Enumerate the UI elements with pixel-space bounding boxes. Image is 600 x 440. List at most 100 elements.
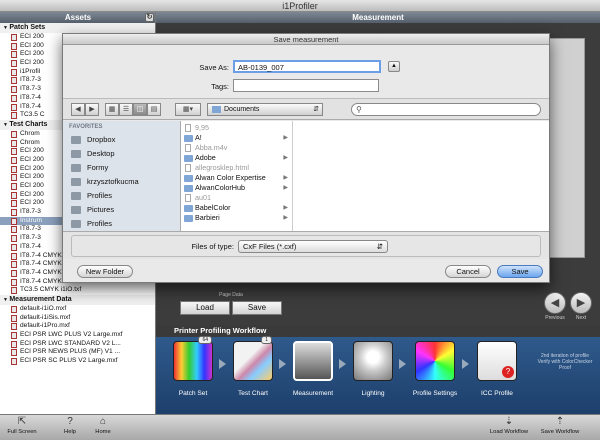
expand-dialog-button[interactable]: ▲	[388, 61, 400, 72]
asset-item-label: Instrum	[20, 216, 42, 224]
search-icon: ⚲	[356, 105, 362, 114]
files-of-type-select[interactable]: CxF Files (*.cxf) ⇵	[238, 240, 388, 253]
home-label: Home	[95, 429, 111, 435]
sidebar-item[interactable]: Profiles	[63, 189, 180, 203]
file-list[interactable]: 9,95 A! ▶ Abba.m4v Adobe ▶ allegrosklep.html Al…	[181, 121, 293, 231]
asset-item-label: ECI 200	[20, 173, 44, 181]
next-label: Next	[575, 315, 587, 321]
file-name: Adobe	[195, 153, 216, 162]
file-icon	[11, 130, 17, 138]
arrow-left-icon: ◀	[550, 297, 560, 309]
file-icon	[11, 51, 17, 59]
files-of-type-value: CxF Files (*.cxf)	[243, 242, 297, 251]
file-row[interactable]: allegrosklep.html	[181, 163, 292, 173]
arrange-button[interactable]: ▦▾	[175, 103, 201, 116]
file-row[interactable]: AlwanColorHub ▶	[181, 183, 292, 193]
file-icon	[11, 200, 17, 208]
sidebar-item[interactable]: Formy	[63, 161, 180, 175]
file-row[interactable]: BabelColor ▶	[181, 203, 292, 213]
asset-group[interactable]: ▼ Measurement Data	[0, 294, 155, 305]
workflow-step-profile-settings[interactable]: Profile Settings	[410, 341, 460, 397]
asset-item[interactable]: TC3.5 CMYK i1iO.txf	[0, 286, 155, 295]
save-page-button[interactable]: Save	[232, 301, 282, 315]
workflow-step-icc-profile[interactable]: ? ICC Profile	[472, 341, 522, 397]
new-folder-button[interactable]: New Folder	[77, 265, 133, 278]
file-row[interactable]: Alwan Color Expertise ▶	[181, 173, 292, 183]
workflow-strip: 64 Patch Set 1 Test Chart Measurement Li…	[156, 336, 600, 414]
file-row[interactable]: 9,95	[181, 123, 292, 133]
save-as-input[interactable]: AB-0139_007	[233, 60, 381, 73]
sidebar-item-label: Pictures	[87, 205, 115, 214]
previous-button[interactable]: ◀	[544, 292, 566, 314]
asset-item[interactable]: ECI PSR SC PLUS V2 Large.mxf	[0, 357, 155, 366]
file-icon	[11, 349, 17, 357]
workflow-step-test-chart[interactable]: 1 Test Chart	[228, 336, 278, 397]
document-icon	[185, 194, 191, 202]
sidebar-item[interactable]: Pictures	[63, 203, 180, 217]
search-field[interactable]: ⚲	[351, 103, 541, 116]
load-workflow-button[interactable]: ⇣ Load Workflow	[486, 417, 532, 436]
list-view-button[interactable]: ☰	[119, 103, 133, 116]
patch-set-icon	[173, 341, 213, 381]
asset-item[interactable]: ECI PSR LWC PLUS V2 Large.mxf	[0, 331, 155, 340]
help-button[interactable]: ? Help	[58, 417, 82, 436]
back-button[interactable]: ◀	[71, 103, 85, 116]
forward-button[interactable]: ▶	[85, 103, 99, 116]
assets-title: Assets	[64, 13, 92, 22]
file-row[interactable]: Adobe ▶	[181, 153, 292, 163]
file-icon	[11, 42, 17, 50]
workflow-step-measurement[interactable]: Measurement	[288, 341, 338, 397]
file-icon	[11, 305, 17, 313]
profile-settings-icon	[415, 341, 455, 381]
file-icon	[11, 139, 17, 147]
sidebar-item[interactable]: krzysztofkucma	[63, 175, 180, 189]
asset-item-label: ECI PSR SC PLUS V2 Large.mxf	[20, 357, 118, 365]
save-dialog: Save measurement Save As: AB-0139_007 ▲ …	[62, 33, 550, 283]
home-button[interactable]: ⌂ Home	[90, 417, 116, 436]
measurement-label: Measurement	[292, 390, 334, 397]
sidebar-item[interactable]: Profiles	[63, 217, 180, 231]
file-icon	[11, 332, 17, 339]
refresh-icon[interactable]: ↻	[145, 13, 154, 22]
save-workflow-button[interactable]: ⇡ Save Workflow	[536, 417, 584, 436]
file-row[interactable]: au01	[181, 193, 292, 203]
save-as-label: Save As:	[199, 63, 229, 72]
tags-input[interactable]	[233, 79, 379, 92]
arrow-right-icon: ▶	[576, 297, 586, 309]
coverflow-view-button[interactable]: ▤	[147, 103, 161, 116]
sidebar-item[interactable]: Dropbox	[63, 133, 180, 147]
next-button[interactable]: ▶	[570, 292, 592, 314]
chevron-up-icon: ▲	[391, 63, 397, 69]
file-row[interactable]: Abba.m4v	[181, 143, 292, 153]
asset-item[interactable]: ECI PSR LWC STANDARD V2 L...	[0, 340, 155, 349]
location-popup[interactable]: Documents ⇵	[207, 103, 323, 116]
file-icon	[11, 269, 17, 277]
asset-item[interactable]: default-i1Pro.mxf	[0, 322, 155, 331]
assets-header: Assets ↻	[0, 12, 155, 23]
file-icon	[11, 174, 17, 182]
file-icon	[11, 148, 17, 156]
full-screen-button[interactable]: ⇱ Full Screen	[4, 417, 40, 436]
column-view-button[interactable]: ◫	[133, 103, 147, 116]
asset-group[interactable]: ▼ Patch Sets	[0, 23, 155, 33]
save-button[interactable]: Save	[497, 265, 543, 278]
workflow-step-lighting[interactable]: Lighting	[348, 341, 398, 397]
load-button[interactable]: Load	[180, 301, 230, 315]
asset-item[interactable]: ECI PSR NEWS PLUS (MF) V1 ...	[0, 348, 155, 357]
folder-icon	[184, 175, 193, 182]
file-icon	[11, 112, 17, 120]
dialog-title: Save measurement	[63, 34, 549, 45]
asset-item[interactable]: default-i1iSis.mxf	[0, 314, 155, 323]
cancel-button[interactable]: Cancel	[445, 265, 491, 278]
back-icon: ◀	[75, 106, 81, 113]
asset-item[interactable]: default-i1iO.mxf	[0, 305, 155, 314]
file-icon	[11, 340, 17, 348]
file-row[interactable]: Barbieri ▶	[181, 213, 292, 223]
file-icon	[11, 191, 17, 199]
next-group: ▶ Next	[570, 292, 596, 321]
file-row[interactable]: A! ▶	[181, 133, 292, 143]
file-type-box: Files of type: CxF Files (*.cxf) ⇵	[71, 235, 541, 257]
workflow-step-patch-set[interactable]: 64 Patch Set	[168, 336, 218, 397]
sidebar-item[interactable]: Desktop	[63, 147, 180, 161]
icon-view-button[interactable]: ▦	[105, 103, 119, 116]
